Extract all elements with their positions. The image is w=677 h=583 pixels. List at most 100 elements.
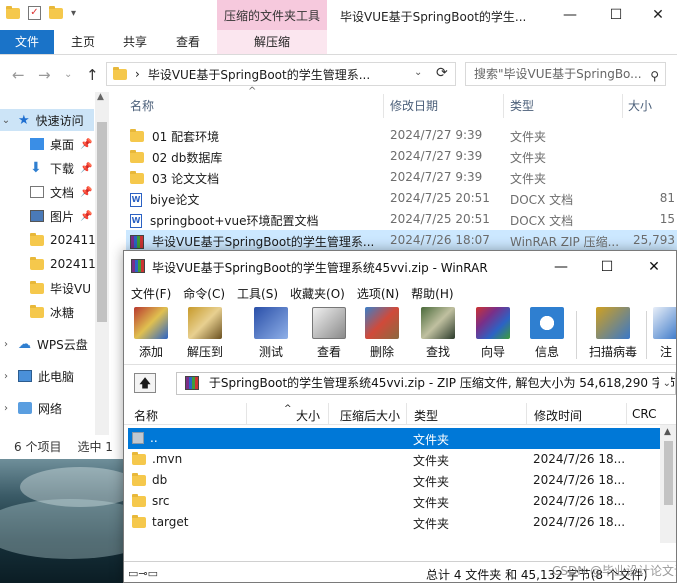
file-date: 2024/7/25 20:51: [390, 191, 490, 205]
archive-path-bar: 🡅 于SpringBoot的学生管理系统45vvi.zip - ZIP 压缩文件…: [124, 369, 676, 399]
properties-icon[interactable]: ✓: [28, 6, 41, 20]
nav-item-folder[interactable]: 冰糖: [30, 301, 74, 323]
nav-item-label: 桌面: [50, 137, 75, 152]
archive-row[interactable]: db 文件夹 2024/7/26 18...: [128, 470, 660, 491]
back-arrow-icon[interactable]: ←: [12, 66, 25, 84]
chevron-down-icon[interactable]: ⌄: [0, 115, 12, 126]
chevron-right-icon[interactable]: ›: [0, 403, 12, 414]
address-bar[interactable]: › 毕设VUE基于SpringBoot的学生管理系...: [106, 62, 456, 86]
customize-qat-icon[interactable]: ▾: [71, 8, 76, 19]
breadcrumb[interactable]: 毕设VUE基于SpringBoot的学生管理系...: [148, 66, 370, 83]
nav-item-wps-cloud[interactable]: › ☁ WPS云盘: [0, 333, 88, 355]
scroll-up-icon[interactable]: ▲: [664, 427, 671, 437]
find-button[interactable]: 查找: [415, 307, 461, 363]
archive-row[interactable]: src 文件夹 2024/7/26 18...: [128, 491, 660, 512]
tab-home[interactable]: 主页: [58, 30, 108, 54]
column-header-packed-size[interactable]: 压缩后大小: [340, 407, 400, 424]
file-row[interactable]: Wbiye论文 2024/7/25 20:51 DOCX 文档 81: [126, 188, 677, 209]
scrollbar-thumb[interactable]: [97, 122, 107, 322]
file-row[interactable]: 01 配套环境 2024/7/27 9:39 文件夹: [126, 125, 677, 146]
column-header-type[interactable]: 类型: [414, 407, 438, 424]
column-header-type[interactable]: 类型: [510, 94, 534, 118]
file-row[interactable]: 03 论文文档 2024/7/27 9:39 文件夹: [126, 167, 677, 188]
archive-row[interactable]: target 文件夹 2024/7/26 18...: [128, 512, 660, 533]
chevron-right-icon[interactable]: ›: [0, 339, 12, 350]
comment-button[interactable]: 注: [651, 307, 676, 363]
column-header-name[interactable]: 名称: [130, 94, 154, 118]
tab-share[interactable]: 共享: [112, 30, 158, 54]
nav-item-desktop[interactable]: 桌面 📌: [30, 133, 92, 155]
test-button[interactable]: 测试: [248, 307, 294, 363]
folder-icon: [30, 256, 44, 270]
tab-view[interactable]: 查看: [164, 30, 212, 54]
scan-virus-button[interactable]: 扫描病毒: [586, 307, 640, 363]
tab-extract[interactable]: 解压缩: [217, 30, 327, 54]
add-button[interactable]: 添加: [128, 307, 174, 363]
minimize-button[interactable]: —: [538, 251, 584, 283]
archive-row[interactable]: .mvn 文件夹 2024/7/26 18...: [128, 449, 660, 470]
nav-item-folder[interactable]: 202411: [30, 253, 96, 275]
chevron-down-icon[interactable]: ⌄: [658, 373, 671, 394]
extract-to-button[interactable]: 解压到: [182, 307, 228, 363]
menu-commands[interactable]: 命令(C): [176, 283, 225, 303]
minimize-button[interactable]: —: [547, 0, 593, 30]
column-header-name[interactable]: 名称: [134, 407, 158, 424]
column-header-size[interactable]: 大小: [296, 407, 320, 424]
nav-item-folder[interactable]: 202411: [30, 229, 96, 251]
chevron-right-icon[interactable]: ›: [0, 371, 12, 382]
archive-list-scrollbar[interactable]: ▲: [660, 425, 676, 543]
file-name: 02 db数据库: [152, 151, 223, 165]
menu-favorites[interactable]: 收藏夹(O): [283, 283, 345, 303]
archive-row-selected[interactable]: .. 文件夹: [128, 428, 660, 449]
scroll-up-icon[interactable]: ▲: [97, 92, 104, 102]
nav-item-quick-access[interactable]: ⌄ ★ 快速访问: [0, 109, 94, 131]
pin-icon: 📌: [80, 138, 93, 150]
column-header-crc[interactable]: CRC: [632, 407, 657, 421]
menu-tools[interactable]: 工具(S): [230, 283, 278, 303]
folder-icon[interactable]: [6, 5, 20, 19]
entry-modified: 2024/7/26 18...: [533, 515, 626, 529]
recent-dropdown-icon[interactable]: ⌄: [64, 69, 72, 80]
maximize-button[interactable]: ☐: [593, 0, 639, 30]
file-name: 毕设VUE基于SpringBoot的学生管理系...: [152, 235, 375, 249]
maximize-button[interactable]: ☐: [584, 251, 630, 283]
nav-item-documents[interactable]: 文档 📌: [30, 181, 92, 203]
parent-dir-icon: [132, 432, 144, 444]
file-row[interactable]: Wspringboot+vue环境配置文档 2024/7/25 20:51 DO…: [126, 209, 677, 230]
refresh-icon[interactable]: ⟳: [436, 65, 448, 81]
winrar-title-bar: 毕设VUE基于SpringBoot的学生管理系统45vvi.zip - WinR…: [124, 251, 676, 283]
info-button[interactable]: 信息: [524, 307, 570, 363]
file-row[interactable]: 02 db数据库 2024/7/27 9:39 文件夹: [126, 146, 677, 167]
scrollbar-thumb[interactable]: [664, 441, 673, 505]
nav-pane-scrollbar[interactable]: ▲: [95, 92, 109, 462]
nav-item-this-pc[interactable]: › 此电脑: [0, 365, 74, 387]
menu-options[interactable]: 选项(N): [350, 283, 399, 303]
tab-file[interactable]: 文件: [0, 30, 54, 54]
nav-item-folder[interactable]: 毕设VU: [30, 277, 91, 299]
up-arrow-icon[interactable]: ↑: [86, 66, 99, 84]
new-folder-icon[interactable]: [49, 5, 63, 19]
menu-help[interactable]: 帮助(H): [404, 283, 453, 303]
column-header-modified[interactable]: 修改时间: [534, 407, 582, 424]
close-button[interactable]: ✕: [630, 251, 676, 283]
wizard-button[interactable]: 向导: [470, 307, 516, 363]
close-button[interactable]: ✕: [639, 0, 677, 30]
archive-path-field[interactable]: 于SpringBoot的学生管理系统45vvi.zip - ZIP 压缩文件, …: [176, 372, 676, 395]
nav-item-network[interactable]: › 网络: [0, 397, 62, 419]
search-input[interactable]: 搜索"毕设VUE基于SpringBo... ⚲: [465, 62, 666, 86]
pin-icon: 📌: [80, 210, 93, 222]
column-header-date[interactable]: 修改日期: [390, 94, 438, 118]
file-row-selected[interactable]: 毕设VUE基于SpringBoot的学生管理系... 2024/7/26 18:…: [126, 230, 677, 251]
folder-icon: [130, 150, 144, 163]
menu-file[interactable]: 文件(F): [124, 283, 171, 303]
nav-item-label: 网络: [38, 401, 63, 416]
up-one-level-button[interactable]: 🡅: [134, 373, 156, 393]
address-dropdown-icon[interactable]: ⌄: [414, 67, 422, 78]
nav-item-pictures[interactable]: 图片 📌: [30, 205, 92, 227]
view-button[interactable]: 查看: [306, 307, 352, 363]
forward-arrow-icon[interactable]: →: [38, 66, 51, 84]
column-header-size[interactable]: 大小: [628, 94, 652, 118]
delete-button[interactable]: 删除: [359, 307, 405, 363]
nav-item-downloads[interactable]: ⬇ 下载 📌: [30, 157, 92, 179]
explorer-title-bar: ✓ ▾ 压缩的文件夹工具 毕设VUE基于SpringBoot的学生... — ☐…: [0, 0, 677, 32]
